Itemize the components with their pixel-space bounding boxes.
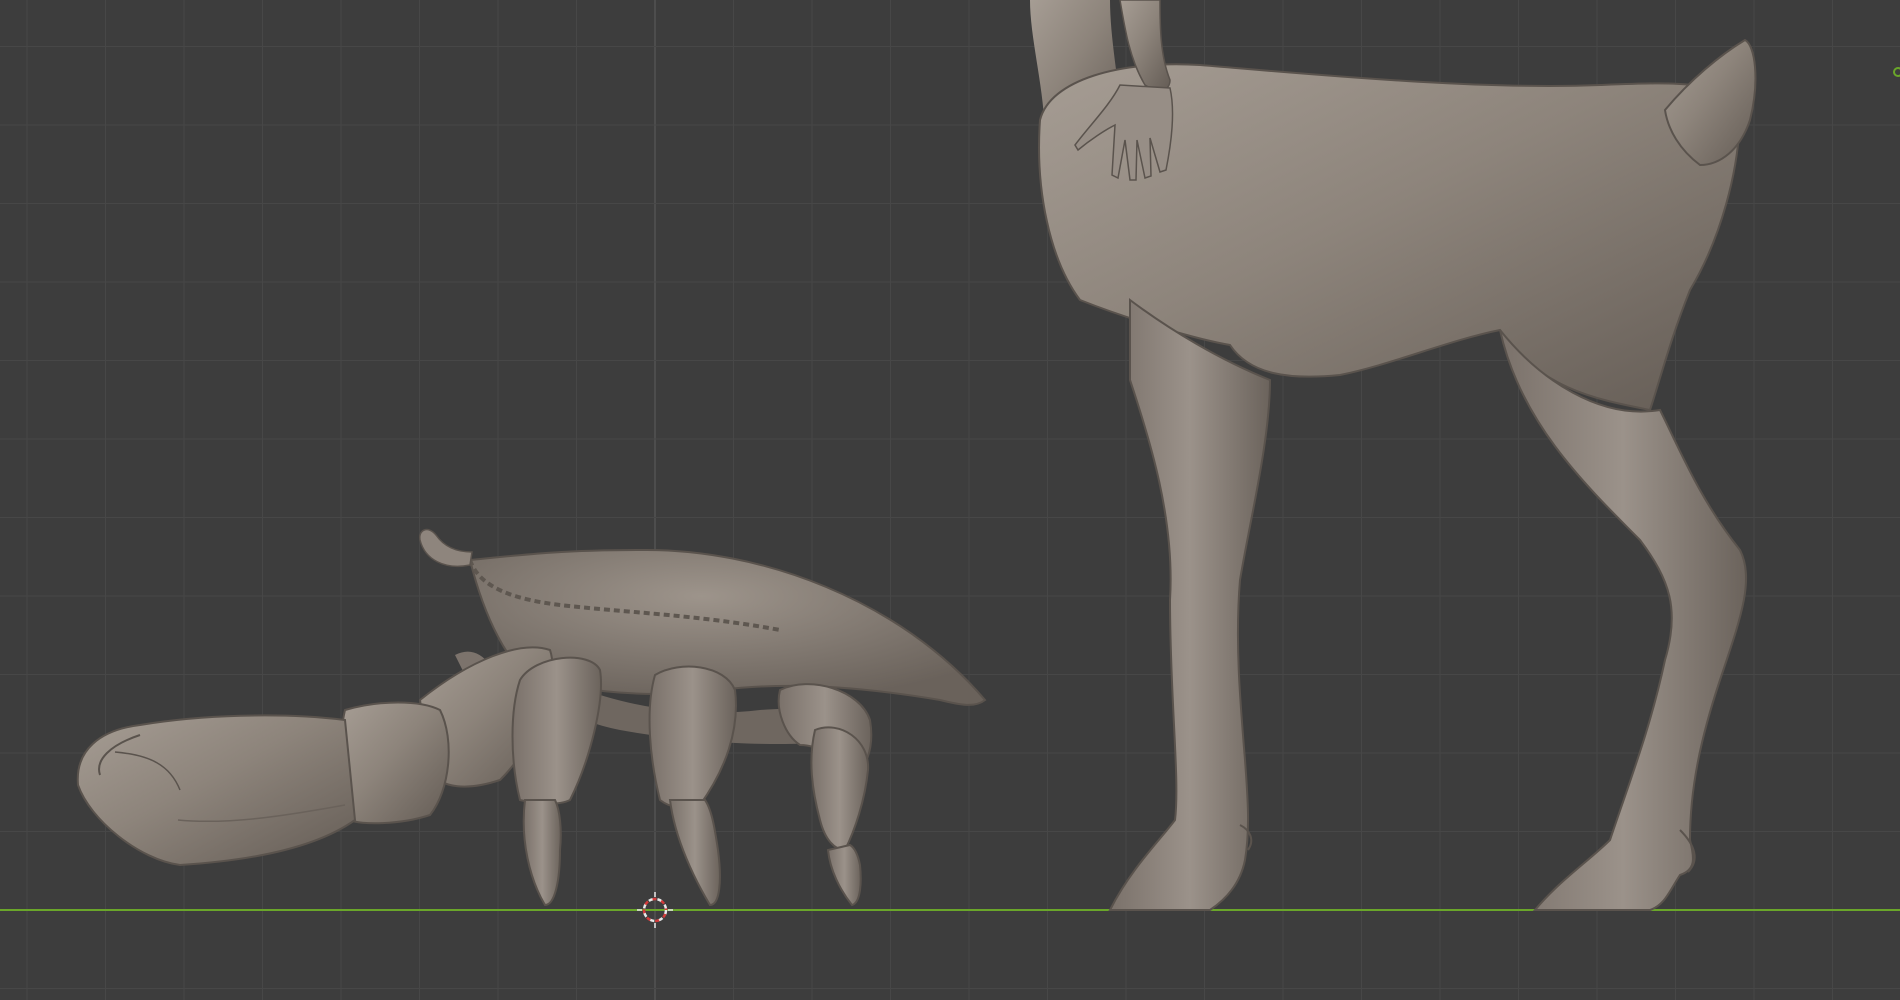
walking-legs — [511, 656, 873, 907]
viewport-canvas[interactable] — [0, 0, 1900, 1000]
3d-viewport[interactable] — [0, 0, 1900, 1000]
deer-creature-mesh[interactable] — [1030, 0, 1757, 911]
deer-back-leg — [1499, 329, 1748, 911]
axis-gizmo-marker — [1893, 67, 1900, 77]
claw-pincer — [76, 714, 357, 867]
deer-front-leg — [1108, 298, 1272, 911]
crab-leaf-creature-mesh[interactable] — [76, 528, 987, 907]
